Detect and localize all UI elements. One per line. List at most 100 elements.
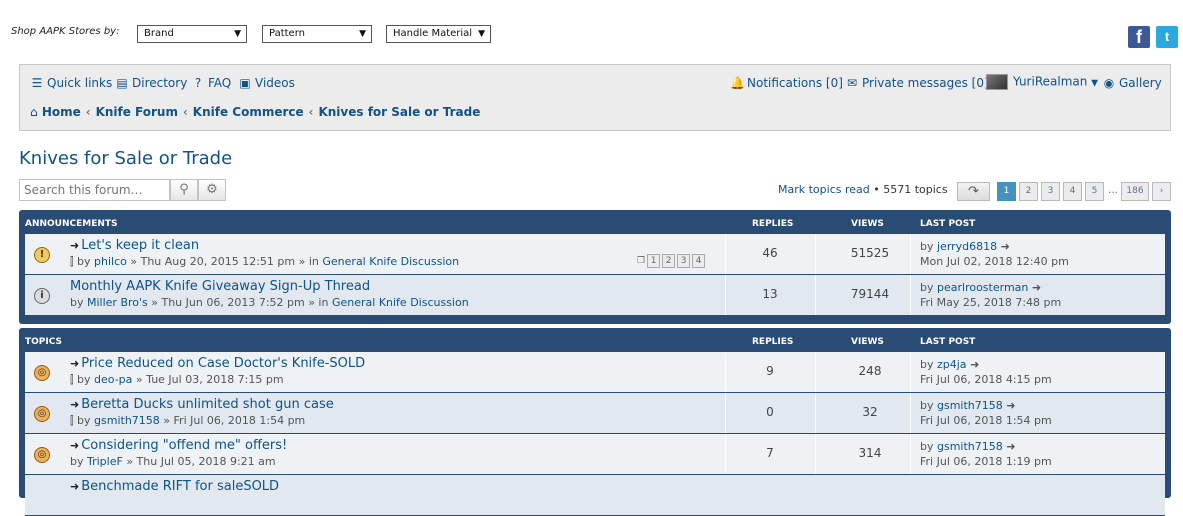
column-divider	[910, 393, 911, 433]
replies-count: 9	[766, 364, 774, 378]
author-link[interactable]: gsmith7158	[94, 414, 160, 427]
search-input[interactable]	[19, 179, 170, 201]
views-count: 314	[858, 446, 882, 460]
user-menu[interactable]: YuriRealman ▼	[986, 74, 1098, 90]
brand-select[interactable]: Brand ▼	[137, 25, 247, 43]
last-author-link[interactable]: zp4ja	[937, 358, 967, 371]
directory-link[interactable]: ▤ Directory	[115, 76, 187, 90]
jump-to-page-button[interactable]: ↷	[957, 182, 990, 201]
topic-link[interactable]: Beretta Ducks unlimited shot gun case	[81, 397, 334, 412]
faq-link[interactable]: ? FAQ	[191, 76, 231, 90]
goto-post-icon[interactable]: ➜	[1006, 440, 1015, 453]
topic-page[interactable]: 2	[662, 254, 676, 268]
announcements-header: ANNOUNCEMENTS REPLIES VIEWS LAST POST	[25, 210, 1165, 234]
nav-panel: ☰ Quick links ▤ Directory ? FAQ ▣ Videos 🔔 No…	[19, 64, 1171, 131]
replies-column-header: REPLIES	[752, 337, 794, 347]
breadcrumb-knife-commerce[interactable]: Knife Commerce	[193, 105, 304, 119]
topic-page[interactable]: 1	[647, 254, 661, 268]
handle-material-select[interactable]: Handle Material ▼	[386, 25, 491, 43]
post-date: » Thu Jul 05, 2018 9:21 am	[126, 455, 276, 468]
facebook-icon[interactable]: f	[1128, 26, 1150, 48]
mark-topics-read-link[interactable]: Mark topics read	[778, 183, 870, 196]
topic-title: Monthly AAPK Knife Giveaway Sign-Up Thre…	[70, 279, 370, 294]
search-button[interactable]: ⚲	[170, 179, 198, 201]
forum-link[interactable]: General Knife Discussion	[332, 296, 469, 309]
private-messages-link[interactable]: ✉ Private messages [0]	[845, 76, 989, 90]
username: YuriRealman	[1013, 74, 1088, 89]
post-date: » Thu Jun 06, 2013 7:52 pm » in	[151, 296, 329, 309]
page-title[interactable]: Knives for Sale or Trade	[19, 148, 232, 169]
info-icon: i	[34, 288, 50, 304]
list-item: ! ➜ Let's keep it clean ⫿ by philco » Thu…	[25, 234, 1165, 275]
twitter-icon[interactable]: t	[1156, 26, 1178, 48]
last-author-link[interactable]: pearlroosterman	[937, 281, 1028, 294]
author-link[interactable]: philco	[94, 255, 127, 268]
last-author-link[interactable]: jerryd6818	[937, 240, 997, 253]
goto-post-icon[interactable]: ➜	[970, 358, 979, 371]
column-divider	[815, 434, 816, 474]
faq-label: FAQ	[208, 76, 232, 90]
forum-link[interactable]: General Knife Discussion	[322, 255, 459, 268]
author-link[interactable]: deo-pa	[94, 373, 132, 386]
topic-link[interactable]: Price Reduced on Case Doctor's Knife-SOL…	[81, 356, 365, 371]
videos-link[interactable]: ▣ Videos	[238, 76, 295, 90]
column-divider	[725, 352, 726, 392]
pattern-select-value: Pattern	[269, 28, 305, 39]
announcements-block: ANNOUNCEMENTS REPLIES VIEWS LAST POST ! …	[19, 210, 1171, 324]
post-date: » Thu Aug 20, 2015 12:51 pm » in	[130, 255, 319, 268]
author-link[interactable]: Miller Bro's	[87, 296, 148, 309]
breadcrumb-home[interactable]: Home	[42, 105, 81, 119]
page-5[interactable]: 5	[1085, 182, 1104, 201]
twitter-glyph: t	[1164, 29, 1170, 44]
next-page-button[interactable]: ›	[1152, 182, 1171, 201]
last-author-link[interactable]: gsmith7158	[937, 399, 1003, 412]
topic-title: ➜ Price Reduced on Case Doctor's Knife-SO…	[70, 356, 365, 371]
pattern-select[interactable]: Pattern ▼	[262, 25, 372, 43]
last-post-column-header: LAST POST	[920, 219, 976, 229]
column-divider	[815, 393, 816, 433]
topic-link[interactable]: Let's keep it clean	[81, 238, 199, 253]
goto-post-icon[interactable]: ➜	[1032, 281, 1041, 294]
gallery-link[interactable]: ◉ Gallery	[1102, 76, 1162, 90]
topic-meta: ⫿ by philco » Thu Aug 20, 2015 12:51 pm …	[70, 255, 459, 269]
page-186[interactable]: 186	[1121, 182, 1149, 201]
last-post-date: Fri Jul 06, 2018 4:15 pm	[920, 373, 1052, 386]
topic-page[interactable]: 4	[692, 254, 706, 268]
views-count: 79144	[850, 287, 890, 301]
goto-post-icon[interactable]: ➜	[1006, 399, 1015, 412]
topic-link[interactable]: Considering "offend me" offers!	[81, 438, 287, 453]
topic-link[interactable]: Benchmade RIFT for saleSOLD	[81, 479, 279, 494]
notifications-link[interactable]: 🔔 Notifications [0]	[730, 76, 843, 90]
topic-title: ➜ Beretta Ducks unlimited shot gun case	[70, 397, 334, 412]
topic-page[interactable]: 3	[677, 254, 691, 268]
last-post-column-header: LAST POST	[920, 337, 976, 347]
page-2[interactable]: 2	[1019, 182, 1038, 201]
column-divider	[725, 393, 726, 433]
page-4[interactable]: 4	[1063, 182, 1082, 201]
advanced-search-button[interactable]: ⚙	[198, 179, 226, 201]
chevron-down-icon: ▼	[359, 29, 366, 39]
topic-meta: by Miller Bro's » Thu Jun 06, 2013 7:52 …	[70, 296, 469, 309]
page-3[interactable]: 3	[1041, 182, 1060, 201]
help-icon: ?	[194, 76, 202, 90]
page-1[interactable]: 1	[997, 182, 1016, 201]
topic-pagination: ❐ 1 2 3 4	[637, 254, 706, 268]
breadcrumb-knives-for-sale[interactable]: Knives for Sale or Trade	[318, 105, 480, 119]
breadcrumb-knife-forum[interactable]: Knife Forum	[96, 105, 178, 119]
table-row: ◎ ➜ Price Reduced on Case Doctor's Knife-…	[25, 352, 1165, 393]
quick-links-link[interactable]: ☰ Quick links	[30, 76, 113, 90]
goto-post-icon[interactable]: ➜	[1001, 240, 1010, 253]
by-label: by	[77, 255, 91, 268]
author-link[interactable]: TripleF	[87, 455, 123, 468]
topic-meta: ⫿ by deo-pa » Tue Jul 03, 2018 7:15 pm	[70, 373, 284, 387]
replies-count: 13	[762, 287, 778, 301]
last-post: by gsmith7158 ➜ Fri Jul 06, 2018 1:19 pm	[920, 439, 1052, 469]
last-author-link[interactable]: gsmith7158	[937, 440, 1003, 453]
replies-count: 7	[766, 446, 774, 460]
topic-link[interactable]: Monthly AAPK Knife Giveaway Sign-Up Thre…	[70, 279, 370, 294]
table-row: ◎ ➜ Beretta Ducks unlimited shot gun case…	[25, 393, 1165, 434]
column-divider	[815, 352, 816, 392]
column-divider	[910, 434, 911, 474]
sticky-icon: ➜	[70, 357, 80, 370]
list-item: i Monthly AAPK Knife Giveaway Sign-Up Th…	[25, 275, 1165, 316]
